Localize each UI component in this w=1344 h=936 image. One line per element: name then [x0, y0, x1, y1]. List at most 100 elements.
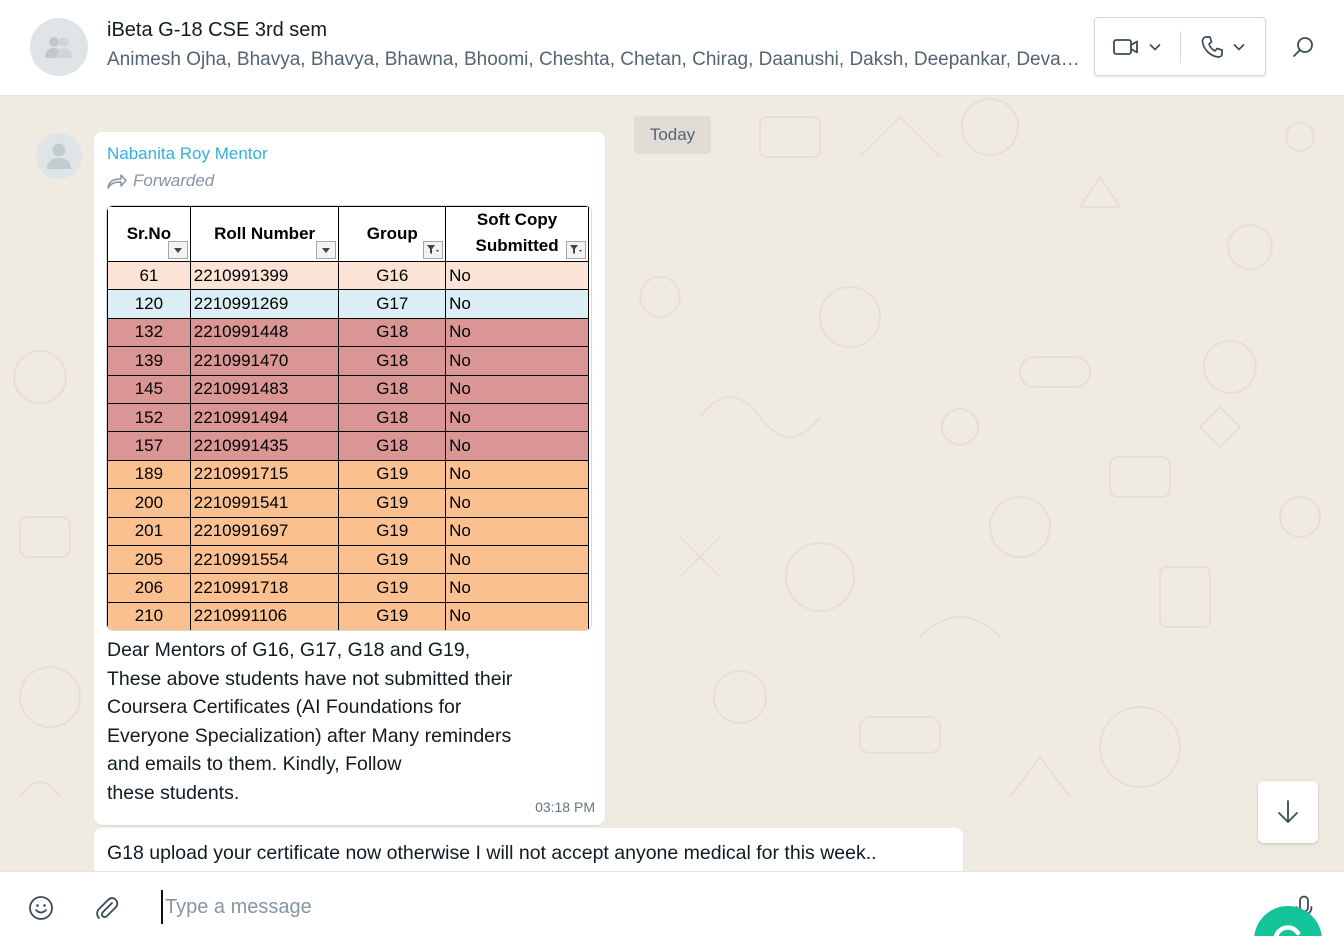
message-timestamp: 03:18 PM [535, 799, 595, 815]
table-cell: No [445, 374, 589, 404]
table-cell: 132 [107, 317, 191, 348]
chat-area[interactable]: Today Nabanita Roy Mentor Forwarded Sr.N… [0, 97, 1344, 871]
table-cell: 2210991697 [189, 516, 340, 546]
table-cell: No [445, 601, 589, 630]
chat-members[interactable]: Animesh Ojha, Bhavya, Bhavya, Bhawna, Bh… [107, 49, 1082, 71]
table-cell: 2210991715 [189, 459, 340, 490]
table-row: 210 2210991106 G19 No [107, 601, 589, 630]
sender-name[interactable]: Nabanita Roy Mentor [107, 144, 268, 164]
table-cell: 120 [107, 289, 191, 319]
chat-title[interactable]: iBeta G-18 CSE 3rd sem [107, 19, 327, 42]
table-cell: 152 [107, 402, 191, 433]
table-cell: 206 [107, 573, 191, 603]
filter-active-icon [566, 241, 586, 259]
voice-call-button[interactable] [1181, 18, 1266, 75]
table-cell: 2210991269 [189, 289, 340, 319]
table-cell: G17 [338, 289, 447, 319]
table-cell: No [445, 544, 589, 575]
group-avatar[interactable] [30, 18, 88, 76]
attach-button[interactable] [93, 894, 121, 922]
table-cell: No [445, 402, 589, 433]
date-chip: Today [634, 116, 711, 154]
table-cell: G19 [338, 459, 447, 490]
table-cell: No [445, 488, 589, 518]
table-cell: No [445, 317, 589, 348]
table-cell: 205 [107, 544, 191, 575]
table-row: 200 2210991541 G19 No [107, 488, 589, 518]
scroll-to-bottom-button[interactable] [1258, 781, 1318, 843]
table-row: 189 2210991715 G19 No [107, 459, 589, 490]
table-cell: No [445, 431, 589, 461]
message-line: Everyone Specialization) after Many remi… [107, 724, 512, 747]
search-icon [1293, 37, 1313, 57]
video-call-icon [1113, 38, 1139, 55]
message-text: G18 upload your certificate now otherwis… [107, 842, 877, 864]
table-row: 205 2210991554 G19 No [107, 544, 589, 575]
table-cell: G19 [338, 573, 447, 603]
table-row: 206 2210991718 G19 No [107, 573, 589, 603]
group-icon [45, 37, 73, 58]
column-header: Group [338, 206, 447, 262]
table-cell: 139 [107, 346, 191, 376]
table-row: 132 2210991448 G18 No [107, 317, 589, 348]
sender-avatar[interactable] [36, 133, 82, 179]
table-row: 139 2210991470 G18 No [107, 346, 589, 376]
table-cell: No [445, 289, 589, 319]
emoji-icon [29, 896, 53, 920]
table-row: 157 2210991435 G18 No [107, 431, 589, 461]
filter-dropdown-icon [167, 241, 188, 259]
call-controls [1094, 17, 1266, 76]
message-line: and emails to them. Kindly, Follow [107, 753, 402, 776]
table-cell: G18 [338, 374, 447, 404]
table-cell: 157 [107, 431, 191, 461]
table-cell: No [445, 346, 589, 376]
message-line: Dear Mentors of G16, G17, G18 and G19, [107, 639, 471, 661]
message-bubble[interactable]: G18 upload your certificate now otherwis… [94, 828, 963, 871]
spreadsheet-table: Sr.No Roll Number Group Soft Copy Submit… [107, 206, 589, 630]
forwarded-text: Forwarded [133, 171, 215, 190]
table-cell: 2210991470 [189, 346, 340, 376]
table-cell: 2210991435 [189, 431, 340, 461]
chevron-down-icon [1233, 43, 1245, 51]
table-cell: 2210991541 [189, 488, 340, 518]
chat-header: iBeta G-18 CSE 3rd sem Animesh Ojha, Bha… [0, 0, 1344, 96]
column-header: Sr.No [107, 206, 191, 262]
forward-icon [107, 174, 127, 189]
table-cell: 145 [107, 374, 191, 404]
table-cell: G18 [338, 431, 447, 461]
search-button[interactable] [1288, 32, 1318, 62]
message-bubble[interactable]: Nabanita Roy Mentor Forwarded Sr.No Roll… [94, 132, 605, 825]
table-cell: 189 [107, 459, 191, 490]
message-composer [0, 871, 1344, 936]
column-header: Roll Number [189, 206, 340, 262]
table-header-row: Sr.No Roll Number Group Soft Copy Submit… [107, 206, 589, 262]
spreadsheet-image[interactable]: Sr.No Roll Number Group Soft Copy Submit… [107, 206, 591, 630]
table-cell: G19 [338, 601, 447, 630]
table-cell: 200 [107, 488, 191, 518]
table-cell: G19 [338, 488, 447, 518]
table-cell: 2210991494 [189, 402, 340, 433]
table-cell: No [445, 516, 589, 546]
table-cell: G19 [338, 544, 447, 575]
table-cell: G18 [338, 346, 447, 376]
voice-call-icon [1201, 35, 1223, 58]
forwarded-label: Forwarded [107, 171, 214, 191]
message-text: Dear Mentors of G16, G17, G18 and G19, T… [107, 636, 577, 808]
filter-dropdown-icon [316, 241, 337, 259]
table-row: 61 2210991399 G16 No [107, 260, 589, 291]
message-input[interactable] [161, 890, 1241, 924]
table-cell: No [445, 260, 589, 291]
table-cell: G19 [338, 516, 447, 546]
table-cell: 2210991106 [189, 601, 340, 630]
table-cell: G16 [338, 260, 447, 291]
video-call-button[interactable] [1095, 18, 1180, 75]
grammarly-icon [1273, 925, 1301, 936]
chevron-down-icon [1149, 43, 1161, 51]
table-row: 145 2210991483 G18 No [107, 374, 589, 404]
person-icon [47, 143, 71, 169]
message-line: these students. [107, 781, 240, 804]
filter-active-icon [423, 241, 444, 259]
message-line: Coursera Certificates (AI Foundations fo… [107, 696, 462, 719]
emoji-button[interactable] [27, 894, 55, 922]
table-cell: 210 [107, 601, 191, 630]
